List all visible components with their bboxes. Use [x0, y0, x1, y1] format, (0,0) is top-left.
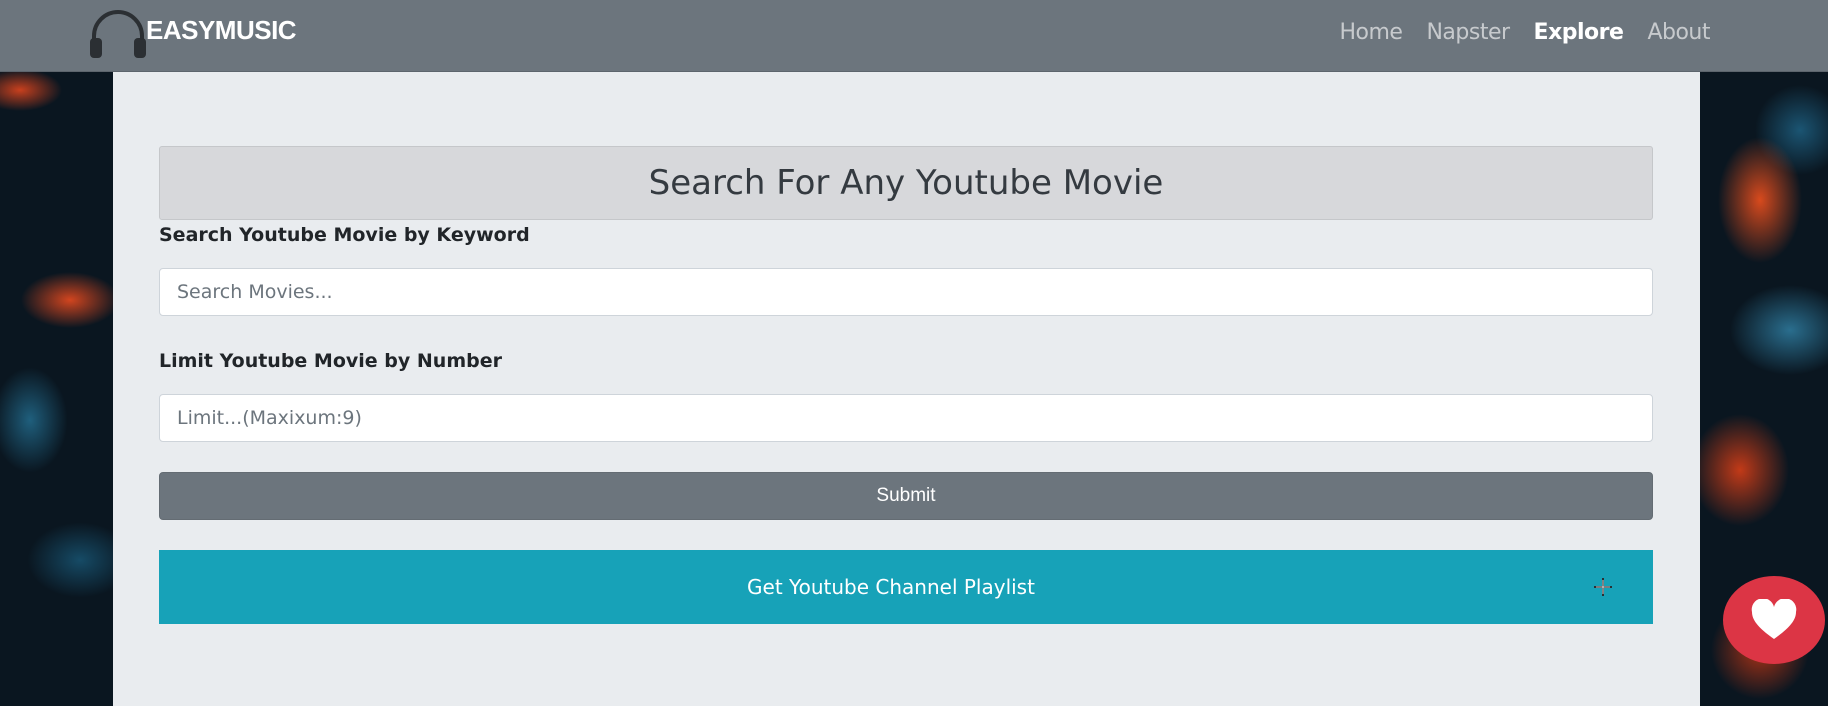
nav-link-about[interactable]: About — [1647, 20, 1710, 45]
title-banner: Search For Any Youtube Movie — [159, 146, 1653, 220]
playlist-accordion-toggle[interactable]: Get Youtube Channel Playlist — [159, 550, 1653, 624]
search-panel: Search For Any Youtube Movie Search Yout… — [113, 72, 1700, 706]
playlist-label: Get Youtube Channel Playlist — [747, 575, 1035, 599]
limit-input[interactable] — [159, 394, 1653, 442]
nav-link-home[interactable]: Home — [1340, 20, 1403, 45]
keyword-search-input[interactable] — [159, 268, 1653, 316]
keyword-label: Search Youtube Movie by Keyword — [159, 224, 530, 246]
plus-icon — [1583, 575, 1623, 599]
brand-name: EASYMUSIC — [146, 15, 297, 45]
brand-logo[interactable]: EASYMUSIC — [88, 8, 297, 64]
heart-icon — [1751, 599, 1797, 639]
favorite-button[interactable] — [1723, 576, 1825, 664]
submit-button[interactable]: Submit — [159, 472, 1653, 520]
nav-link-napster[interactable]: Napster — [1426, 20, 1510, 45]
nav-link-explore[interactable]: Explore — [1534, 20, 1624, 45]
navbar: EASYMUSIC Home Napster Explore About — [0, 0, 1828, 72]
headphones-icon — [90, 10, 146, 58]
limit-label: Limit Youtube Movie by Number — [159, 350, 502, 372]
nav-links: Home Napster Explore About — [1340, 20, 1711, 45]
page-title: Search For Any Youtube Movie — [648, 163, 1164, 203]
